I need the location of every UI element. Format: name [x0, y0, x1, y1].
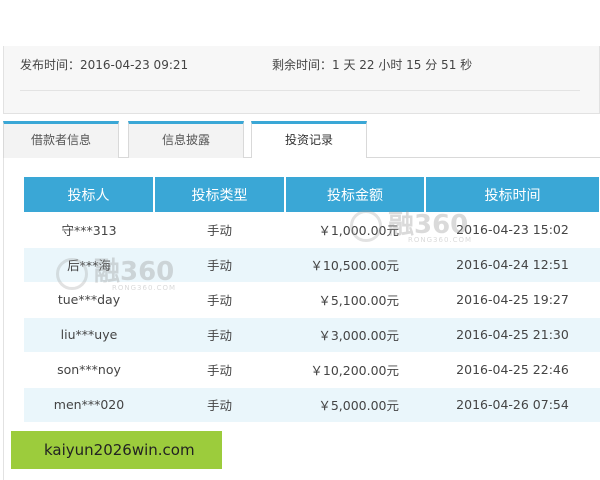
bid-amount-cell: ￥10,500.00元 — [285, 247, 425, 283]
header-investor: 投标人 — [24, 177, 155, 212]
bid-type-cell: 手动 — [154, 317, 285, 353]
bid-amount-cell: ￥5,000.00元 — [285, 387, 425, 423]
watermark-subtext: RONG360.COM — [408, 236, 473, 244]
table-row: 后***海 手动 ￥10,500.00元 2016-04-24 12:51 — [24, 247, 600, 283]
table-row: men***020 手动 ￥5,000.00元 2016-04-26 07:54 — [24, 387, 600, 423]
header-bid-time: 投标时间 — [425, 177, 600, 212]
watermark-logo-icon — [350, 210, 382, 242]
site-banner[interactable]: kaiyun2026win.com — [11, 431, 222, 469]
investor-cell: 守***313 — [24, 212, 154, 248]
bid-time-cell: 2016-04-25 19:27 — [425, 282, 600, 318]
bid-amount-cell: ￥5,100.00元 — [285, 282, 425, 318]
top-background — [0, 0, 600, 46]
bid-type-cell: 手动 — [154, 352, 285, 388]
table-header-row: 投标人 投标类型 投标金额 投标时间 — [24, 177, 600, 212]
tab-investment-records[interactable]: 投资记录 — [251, 121, 367, 159]
bid-type-cell: 手动 — [154, 387, 285, 423]
watermark-subtext: RONG360.COM — [112, 284, 177, 292]
header-bid-type: 投标类型 — [154, 177, 286, 212]
divider — [20, 90, 580, 91]
bid-time-cell: 2016-04-25 22:46 — [425, 352, 600, 388]
bid-time-cell: 2016-04-25 21:30 — [425, 317, 600, 353]
header-bid-amount: 投标金额 — [285, 177, 426, 212]
investor-cell: 后***海 — [24, 247, 154, 283]
remaining-time: 剩余时间：1 天 22 小时 15 分 51 秒 — [272, 58, 473, 72]
publish-time: 发布时间：2016-04-23 09:21 — [20, 58, 189, 72]
watermark-logo-icon — [56, 258, 88, 290]
table-row: 守***313 手动 ￥1,000.00元 2016-04-23 15:02 — [24, 212, 600, 248]
investor-cell: men***020 — [24, 387, 154, 423]
bid-type-cell: 手动 — [154, 247, 285, 283]
investor-cell: son***noy — [24, 352, 154, 388]
investment-records-table: 投标人 投标类型 投标金额 投标时间 守***313 手动 ￥1,000.00元… — [24, 177, 600, 423]
tab-borrower-info[interactable]: 借款者信息 — [3, 121, 119, 159]
bid-time-cell: 2016-04-26 07:54 — [425, 387, 600, 423]
bid-amount-cell: ￥10,200.00元 — [285, 352, 425, 388]
table-row: son***noy 手动 ￥10,200.00元 2016-04-25 22:4… — [24, 352, 600, 388]
investor-cell: liu***uye — [24, 317, 154, 353]
bid-type-cell: 手动 — [154, 212, 285, 248]
tab-disclosure[interactable]: 信息披露 — [128, 121, 244, 159]
bid-amount-cell: ￥3,000.00元 — [285, 317, 425, 353]
table-row: tue***day 手动 ￥5,100.00元 2016-04-25 19:27 — [24, 282, 600, 318]
bid-time-cell: 2016-04-24 12:51 — [425, 247, 600, 283]
table-row: liu***uye 手动 ￥3,000.00元 2016-04-25 21:30 — [24, 317, 600, 353]
